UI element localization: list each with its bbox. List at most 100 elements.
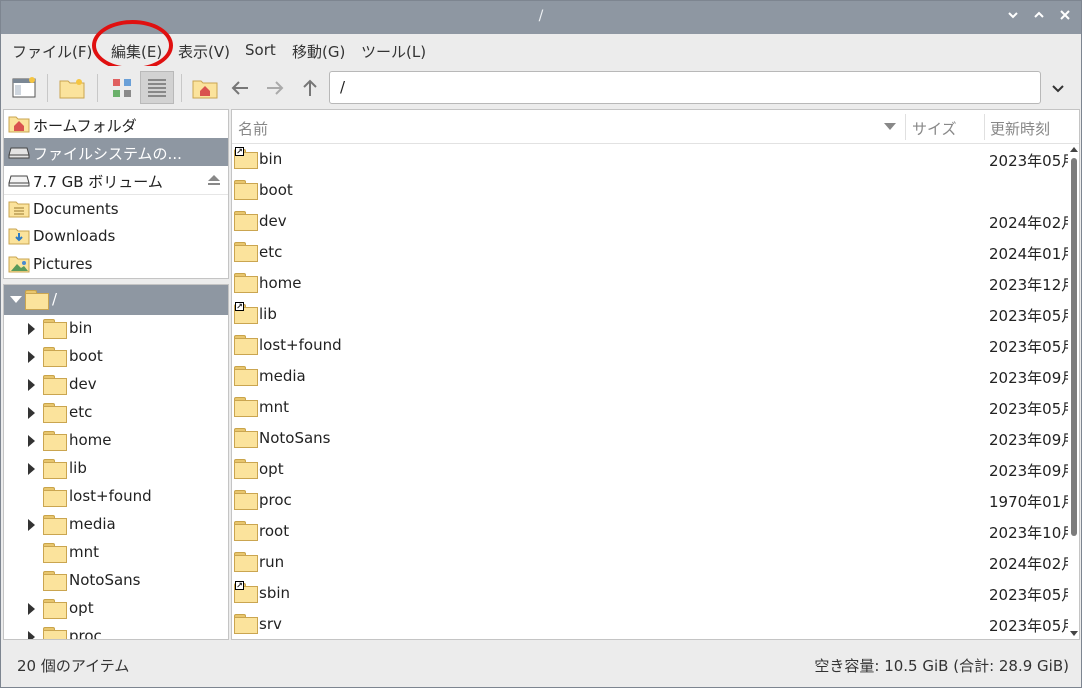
menu-file[interactable]: ファイル(F) [12,41,92,62]
file-row[interactable]: media 2023年09月 [232,361,1076,392]
folder-icon [234,552,258,572]
icon-view-button[interactable] [105,71,139,104]
folder-icon [43,347,67,367]
file-row[interactable]: root 2023年10月 [232,516,1076,547]
menu-sort[interactable]: Sort [245,41,276,59]
tree-root[interactable]: / [4,285,228,315]
file-modified: 2023年05月 [989,617,1077,635]
scroll-up-arrow-icon[interactable] [1070,147,1078,152]
places-pane: ホームフォルダ ファイルシステムの... 7.7 GB ボリューム Docume… [3,109,229,279]
maximize-button[interactable] [1029,7,1049,27]
up-button[interactable] [293,71,327,104]
menu-tools[interactable]: ツール(L) [361,41,426,62]
column-header-modified[interactable]: 更新時刻 [990,118,1050,139]
tree-node[interactable]: lost+found [4,483,228,511]
expander-arrow-icon[interactable] [28,631,35,639]
symlink-arrow-icon: ↗ [235,147,244,156]
tree-node[interactable]: lib [4,455,228,483]
path-history-dropdown[interactable] [1047,78,1069,98]
expander-arrow-icon[interactable] [28,379,35,391]
tree-node[interactable]: boot [4,343,228,371]
directory-tree: / bin boot dev etc home lib lost+found m… [3,284,229,640]
new-window-icon [12,76,36,97]
chevron-up-icon [1034,11,1044,18]
column-header-size[interactable]: サイズ [912,118,957,139]
tree-node[interactable]: home [4,427,228,455]
path-input[interactable]: / [329,71,1041,104]
expander-arrow-icon[interactable] [28,435,35,447]
home-folder-icon [8,116,30,133]
column-divider[interactable] [984,114,985,140]
close-button[interactable] [1055,7,1075,27]
tree-node[interactable]: NotoSans [4,567,228,595]
tree-node[interactable]: media [4,511,228,539]
file-row[interactable]: etc 2024年01月 [232,237,1076,268]
file-row[interactable]: proc 1970年01月 [232,485,1076,516]
title-bar[interactable]: / [1,1,1081,34]
file-name: NotoSans [259,429,331,447]
expander-arrow-icon[interactable] [28,323,35,335]
folder-icon [43,599,67,619]
menu-go[interactable]: 移動(G) [292,41,345,62]
expander-arrow-icon[interactable] [28,463,35,475]
place-filesystem[interactable]: ファイルシステムの... [4,138,228,166]
tree-node[interactable]: bin [4,315,228,343]
place-volume[interactable]: 7.7 GB ボリューム [4,166,228,194]
file-row[interactable]: ↗ bin 2023年05月 [232,144,1076,175]
column-header-name[interactable]: 名前 [238,118,268,139]
place-pictures[interactable]: Pictures [4,250,228,278]
file-row[interactable]: ↗ lib 2023年05月 [232,299,1076,330]
list-view-button[interactable] [140,71,174,104]
expander-arrow-icon[interactable] [28,351,35,363]
new-folder-icon [59,78,85,98]
place-downloads[interactable]: Downloads [4,222,228,250]
home-button[interactable] [188,71,222,104]
forward-button[interactable] [258,71,292,104]
home-folder-icon [192,80,218,98]
file-row[interactable]: ↗ sbin 2023年05月 [232,578,1076,609]
minimize-button[interactable] [1003,7,1023,27]
pictures-folder-icon [8,256,30,273]
scroll-down-arrow-icon[interactable] [1070,631,1078,636]
expanded-arrow-icon [10,296,22,303]
new-window-button[interactable] [7,71,41,104]
file-row[interactable]: home 2023年12月 [232,268,1076,299]
file-row[interactable]: run 2024年02月 [232,547,1076,578]
eject-icon[interactable] [207,173,221,187]
file-row[interactable]: opt 2023年09月 [232,454,1076,485]
expander-arrow-icon[interactable] [28,407,35,419]
tree-node[interactable]: proc [4,623,228,639]
file-name: proc [259,491,292,509]
tree-node[interactable]: dev [4,371,228,399]
expander-arrow-icon[interactable] [28,603,35,615]
toolbar-separator [97,74,98,102]
chevron-down-icon [1052,85,1064,93]
vertical-scrollbar[interactable] [1068,144,1079,639]
file-row[interactable]: NotoSans 2023年09月 [232,423,1076,454]
file-row[interactable]: lost+found 2023年05月 [232,330,1076,361]
place-home[interactable]: ホームフォルダ [4,110,228,138]
back-button[interactable] [223,71,257,104]
icon-view-icon [113,78,131,97]
new-folder-button[interactable] [55,71,89,104]
folder-icon [234,366,258,386]
scrollbar-thumb[interactable] [1071,158,1077,536]
place-documents[interactable]: Documents [4,194,228,222]
tree-node[interactable]: mnt [4,539,228,567]
tree-node[interactable]: etc [4,399,228,427]
window-title: / [538,8,544,24]
menu-edit[interactable]: 編集(E) [111,41,162,62]
tree-node[interactable]: opt [4,595,228,623]
symlink-arrow-icon: ↗ [235,302,244,311]
drive-icon [8,147,30,159]
file-row[interactable]: mnt 2023年05月 [232,392,1076,423]
menu-view[interactable]: 表示(V) [178,41,230,62]
expander-arrow-icon[interactable] [28,519,35,531]
column-header-row: 名前 サイズ 更新時刻 [232,110,1079,144]
file-row[interactable]: srv 2023年05月 [232,609,1076,639]
file-row[interactable]: dev 2024年02月 [232,206,1076,237]
file-row[interactable]: boot [232,175,1068,206]
place-label: ファイルシステムの... [33,145,182,163]
column-divider[interactable] [905,114,906,140]
file-manager-window: / ファイル(F) 編集(E) 表示(V) Sort 移動(G) ツール(L) [0,0,1082,688]
